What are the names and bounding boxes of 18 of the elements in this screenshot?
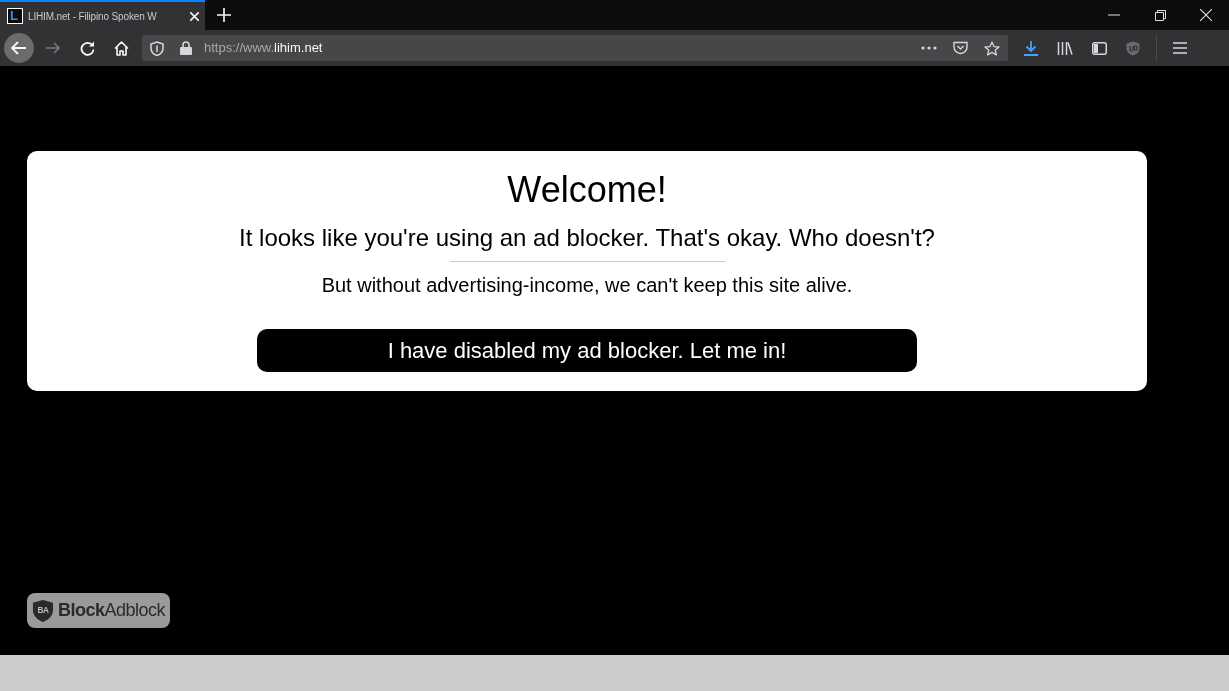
let-me-in-button[interactable]: I have disabled my ad blocker. Let me in! (257, 329, 917, 372)
lock-icon[interactable] (180, 41, 192, 55)
badge-label: BlockAdblock (57, 599, 165, 622)
url-text: https://www.lihim.net (204, 39, 323, 58)
star-icon[interactable] (984, 40, 1000, 56)
tab-close-icon[interactable] (190, 11, 199, 21)
browser-tab[interactable]: L LIHIM.net - Filipino Spoken W (0, 0, 205, 30)
tab-title: LIHIM.net - Filipino Spoken W (28, 9, 157, 24)
welcome-heading: Welcome! (506, 168, 668, 211)
more-dots-icon[interactable] (921, 46, 937, 50)
shield-logo-icon: BA (32, 597, 54, 624)
notice-subheading: It looks like you're using an ad blocker. That's okay. Who doesn't? (238, 223, 936, 252)
notice-message: But without advertising-income, we can't keep this site alive. (320, 273, 854, 297)
favicon-icon: L (7, 8, 23, 24)
pocket-icon[interactable] (953, 41, 968, 55)
blockadblock-badge[interactable]: BA BlockAdblock (27, 593, 170, 628)
shield-icon[interactable] (150, 40, 164, 56)
address-bar[interactable]: https://www.lihim.net (142, 35, 1008, 61)
